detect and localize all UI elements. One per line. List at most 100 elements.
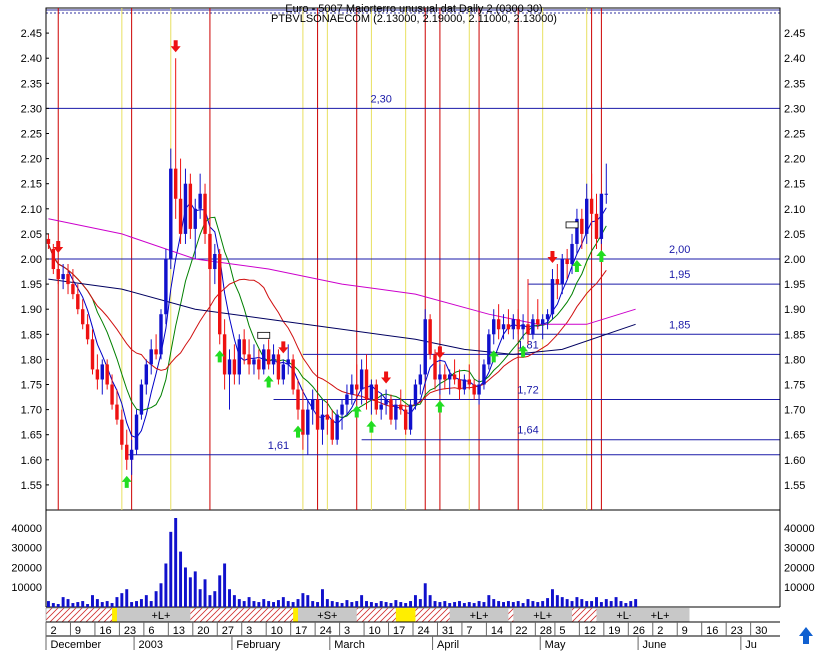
- candle-body: [120, 419, 124, 445]
- price-tick-left: 1.65: [21, 430, 42, 442]
- volume-bar: [409, 601, 413, 607]
- candle-body: [604, 193, 608, 195]
- level-label: 1,61: [268, 440, 289, 452]
- volume-bar: [472, 603, 476, 607]
- volume-bar: [223, 563, 227, 607]
- candle-body: [369, 384, 374, 400]
- price-tick-left: 2.30: [21, 103, 42, 115]
- candle-body: [555, 279, 560, 285]
- x-day-label: 23: [731, 625, 743, 637]
- candle-body: [291, 359, 295, 390]
- volume-bar: [159, 583, 163, 607]
- candle-body: [350, 384, 354, 395]
- price-tick-right: 2.15: [784, 179, 805, 191]
- volume-bar: [497, 601, 501, 607]
- candle-body: [399, 404, 403, 410]
- price-tick-left: 1.70: [21, 405, 42, 417]
- volume-bar: [624, 603, 628, 607]
- price-tick-left: 2.10: [21, 204, 42, 216]
- price-tick-right: 2.40: [784, 53, 805, 65]
- price-tick-right: 2.05: [784, 229, 805, 241]
- volume-bar: [139, 599, 143, 607]
- volume-bar: [91, 595, 94, 607]
- candle-body: [492, 319, 496, 335]
- volume-bar: [144, 595, 148, 607]
- price-tick-left: 2.00: [21, 254, 42, 266]
- candle-body: [374, 384, 379, 410]
- signal-box-icon: [565, 221, 579, 229]
- volume-bar: [262, 599, 266, 607]
- candle-body: [487, 334, 491, 365]
- volume-bar: [183, 567, 187, 607]
- candle-body: [46, 238, 51, 244]
- volume-bar: [609, 601, 613, 607]
- volume-bar: [71, 603, 75, 607]
- strip-label: +L+: [470, 610, 489, 622]
- scroll-up-button[interactable]: [799, 627, 813, 644]
- volume-tick-right: 10000: [784, 582, 815, 594]
- candle-body: [320, 414, 325, 430]
- candle-body: [149, 349, 153, 365]
- level-label: 2,30: [370, 93, 391, 105]
- candle-body: [110, 384, 114, 405]
- strip-label: +L+: [651, 610, 670, 622]
- volume-bar: [531, 601, 535, 607]
- volume-bar: [585, 601, 589, 607]
- volume-bar: [115, 597, 119, 607]
- candle-body: [550, 279, 555, 315]
- volume-bar: [413, 595, 417, 607]
- chart-header: Euro - 5007 Maiorterro unusual dat Dally…: [271, 3, 557, 25]
- candle-body: [227, 359, 232, 375]
- candle-body: [418, 374, 423, 385]
- candle-body: [262, 349, 266, 370]
- x-day-label: 19: [608, 625, 620, 637]
- volume-bar: [614, 597, 618, 607]
- volume-bar: [276, 600, 280, 607]
- price-tick-left: 1.90: [21, 304, 42, 316]
- chart-background: [45, 7, 781, 608]
- price-tick-right: 2.45: [784, 28, 805, 40]
- volume-bar: [125, 589, 129, 607]
- price-tick-right: 1.60: [784, 455, 805, 467]
- x-day-label: 16: [706, 625, 718, 637]
- volume-bar: [467, 602, 471, 607]
- x-month-label: 2003: [139, 639, 163, 651]
- candle-body: [247, 354, 251, 365]
- x-day-label: 17: [393, 625, 405, 637]
- volume-bar: [502, 602, 505, 607]
- volume-bar: [477, 601, 481, 607]
- candle-body: [252, 359, 256, 365]
- volume-bar: [325, 599, 329, 607]
- candle-body: [100, 364, 104, 380]
- candle-body: [276, 354, 281, 380]
- x-day-label: 2: [50, 625, 56, 637]
- candle-body: [183, 183, 188, 234]
- x-day-label: 16: [99, 625, 111, 637]
- volume-tick-left: 30000: [11, 543, 42, 555]
- candle-body: [90, 339, 95, 370]
- up-arrow-icon[interactable]: [799, 627, 813, 644]
- volume-bar: [355, 601, 359, 607]
- x-day-label: 26: [633, 625, 645, 637]
- volume-bar: [135, 601, 138, 607]
- candle-body: [56, 269, 60, 280]
- volume-bar: [193, 571, 197, 607]
- volume-bar: [384, 602, 388, 607]
- candle-body: [134, 414, 139, 450]
- candle-body: [477, 384, 481, 395]
- candle-body: [335, 414, 339, 440]
- volume-bar: [345, 600, 349, 607]
- price-tick-right: 1.95: [784, 279, 805, 291]
- volume-bar: [291, 602, 295, 607]
- x-day-label: 6: [148, 625, 154, 637]
- volume-bar: [76, 602, 80, 607]
- volume-bar: [423, 583, 427, 607]
- volume-bar: [203, 579, 207, 607]
- x-day-label: 17: [295, 625, 307, 637]
- volume-tick-right: 20000: [784, 562, 815, 574]
- candle-body: [237, 339, 241, 375]
- candle-body: [218, 253, 222, 335]
- volume-bar: [629, 601, 633, 607]
- candle-body: [389, 399, 393, 420]
- x-day-label: 13: [173, 625, 185, 637]
